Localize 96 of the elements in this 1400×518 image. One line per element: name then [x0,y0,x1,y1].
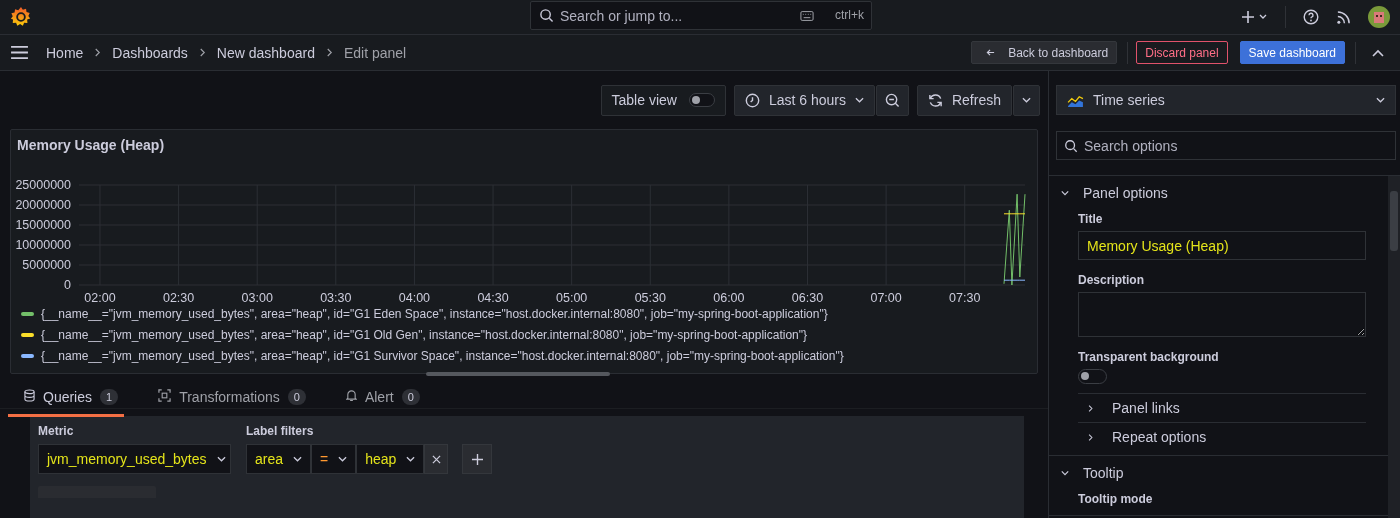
field-label: Title [1078,212,1104,226]
label-select[interactable]: area [246,444,312,474]
scrollbar[interactable] [426,372,610,376]
panel-title: Memory Usage (Heap) [16,136,166,155]
breadcrumb-link[interactable]: New dashboard [216,44,315,61]
zoom-out-button[interactable] [875,84,909,116]
keyboard-icon [800,11,814,21]
add-filter-button[interactable] [462,444,493,474]
add-icon[interactable] [1242,10,1268,24]
x-tick-label: 04:00 [398,291,431,303]
remove-filter-button[interactable] [424,444,449,474]
count-badge: 0 [287,389,306,405]
description-input[interactable] [1078,292,1366,337]
bell-icon [345,389,357,402]
help-icon[interactable] [1303,9,1319,25]
y-tick-label: 5000000 [22,258,71,272]
chevron-down-icon [1061,189,1069,197]
rss-icon[interactable] [1336,9,1351,25]
discard-button[interactable]: Discard panel [1136,41,1228,64]
avatar-icon[interactable] [1368,6,1390,28]
legend-label[interactable]: {__name__="jvm_memory_used_bytes", area="heap", id="G1 Old Gen", instance="host.docker.internal:8080", job="my-spring-boot-application"} [41,328,808,342]
field-label: Tooltip mode [1078,492,1154,506]
clock-icon [744,92,760,108]
metric-label: Metric [38,424,75,438]
toggle-switch[interactable] [1078,369,1107,384]
x-tick-label: 03:00 [241,291,273,303]
add-icon [471,453,483,465]
legend-label[interactable]: {__name__="jvm_memory_used_bytes", area="heap", id="G1 Survivor Space", instance="host.docker.internal:8080", job="my-spring-boot-application"} [41,349,844,363]
back-button[interactable]: Back to dashboard [971,41,1118,64]
logo-icon[interactable] [10,6,32,28]
breadcrumb-link[interactable]: Edit panel [343,44,407,61]
x-tick-label: 03:30 [320,291,352,303]
options-search-field[interactable]: Search options [1056,131,1396,160]
x-tick-label: 06:00 [713,291,745,303]
caret-icon [406,456,416,462]
caret-icon [1022,97,1031,103]
shortcut-hint: ctrl+k [835,8,864,23]
collapse-icon[interactable] [1372,48,1384,57]
section-header[interactable]: Panel options [1049,176,1388,203]
chevron-right-icon [94,48,102,57]
label-filters-label: Label filters [246,424,315,438]
visualization-picker[interactable]: Time series [1056,85,1396,115]
x-tick-label: 04:30 [477,291,509,303]
scrollbar[interactable] [1388,176,1400,518]
value-select[interactable]: heap [356,444,425,474]
breadcrumb-link[interactable]: Home [46,44,84,61]
chevron-right-icon [198,48,206,57]
field-label: Description [1078,273,1145,287]
refresh-button[interactable]: Refresh [916,84,1012,116]
save-button[interactable]: Save dashboard [1239,41,1345,64]
x-tick-label: 06:30 [791,291,824,303]
search-icon [1064,139,1078,153]
menu-icon[interactable] [10,45,29,60]
chevron-right-icon [325,48,333,57]
arrow-left-icon [986,48,996,57]
caret-icon [854,97,864,103]
subsection-header[interactable]: Panel links [1078,393,1366,422]
count-badge: 0 [401,389,420,405]
breadcrumb-link[interactable]: Dashboards [112,44,188,61]
y-tick-label: 0 [64,278,71,292]
caret-icon [1376,97,1385,103]
chevron-right-icon [1087,433,1094,441]
title-input[interactable]: Memory Usage (Heap) [1078,231,1366,260]
search-icon [539,8,554,23]
zoom-out-icon [884,92,900,108]
database-icon [24,389,35,402]
table-view-label: Table view [611,92,677,108]
caret-icon [293,456,303,462]
x-tick-label: 07:00 [870,291,902,303]
chevron-right-icon [1087,404,1094,412]
x-tick-label: 02:00 [84,291,116,303]
x-tick-label: 02:30 [162,291,195,303]
y-tick-label: 10000000 [15,238,71,252]
caret-icon [338,456,348,462]
time-range-button[interactable]: Last 6 hours [733,84,875,116]
x-tick-label: 05:30 [634,291,666,303]
x-tick-label: 05:00 [556,291,588,303]
subsection-header[interactable]: Repeat options [1078,422,1366,451]
operator-select[interactable]: = [311,444,357,474]
metric-select[interactable]: jvm_memory_used_bytes [38,444,231,474]
close-icon [431,454,441,464]
time-series-icon [1067,93,1084,107]
refresh-icon [927,92,943,108]
section-header[interactable]: Tooltip [1049,456,1388,483]
y-tick-label: 15000000 [15,218,71,232]
transform-icon [158,389,172,402]
field-label: Transparent background [1078,350,1220,364]
count-badge: 1 [100,389,119,405]
legend-label[interactable]: {__name__="jvm_memory_used_bytes", area="heap", id="G1 Eden Space", instance="host.docker.internal:8080", job="my-spring-boot-application"} [41,307,828,321]
caret-icon [216,456,226,462]
x-tick-label: 07:30 [949,291,981,303]
y-tick-label: 20000000 [15,198,71,212]
chevron-down-icon [1061,469,1069,477]
y-tick-label: 25000000 [15,178,71,192]
table-view-toggle[interactable]: Table view [600,84,726,116]
table-view-switch[interactable] [688,93,715,107]
